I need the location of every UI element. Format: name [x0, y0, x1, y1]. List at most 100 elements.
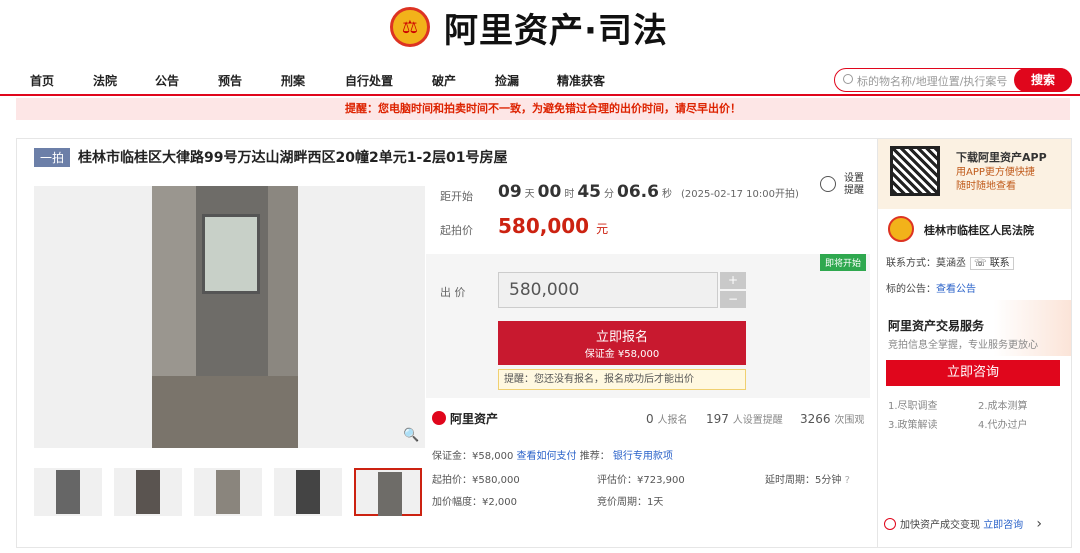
deposit-how-link[interactable]: 查看如何支付	[517, 451, 577, 462]
detail-increment: 加价幅度：¥2,000	[432, 497, 517, 508]
deposit: 保证金：¥58,000	[432, 451, 514, 462]
search-icon	[843, 74, 853, 84]
nav-item-preview[interactable]: 预告	[218, 72, 242, 89]
start-price-label: 起拍价	[440, 224, 473, 237]
nav-item-criminal[interactable]: 刑案	[281, 72, 305, 89]
reminder-count-value: 197	[706, 412, 729, 426]
bid-increase-button[interactable]: +	[720, 272, 746, 289]
service-title: 阿里资产交易服务	[888, 319, 985, 333]
thumbnail[interactable]	[34, 468, 102, 516]
detail-start-price: 起拍价：¥580,000	[432, 475, 520, 486]
time-warning-banner: 提醒：您电脑时间和拍卖时间不一致，为避免错过合理的出价时间，请尽早出价！	[16, 98, 1070, 120]
nav-item-bankruptcy[interactable]: 破产	[432, 72, 456, 89]
photo-window	[202, 214, 260, 294]
view-count-value: 3266	[800, 412, 831, 426]
footer-text: 加快资产成交变现	[900, 520, 980, 531]
signup-label: 立即报名	[595, 330, 648, 345]
contact-text: 联系方式：莫涵丞	[886, 258, 966, 269]
stats-bar: 阿里资产 0 人报名 197 人设置提醒 3266 次围观	[432, 406, 870, 432]
nav-item-precise[interactable]: 精准获客	[557, 72, 605, 89]
contact-row: 联系方式：莫涵丞 ☏ 联系	[886, 254, 1014, 270]
auction-info: 距开始 09 天 00 时 45 分 06.6 秒 (2025-02-17 10:00开…	[426, 170, 872, 250]
signup-count-label: 人报名	[657, 415, 688, 426]
court-name: 桂林市临桂区人民法院	[924, 224, 1034, 237]
bank-funds-link[interactable]: 银行专用款项	[613, 451, 673, 462]
recommend-label: 推荐：	[579, 451, 610, 462]
photo-floor	[152, 376, 298, 448]
nav-item-bargain[interactable]: 捡漏	[495, 72, 519, 89]
chevron-right-icon: ›	[1036, 516, 1042, 532]
reminder-count-label: 人设置提醒	[732, 415, 783, 426]
signup-count-value: 0	[646, 412, 654, 426]
signup-button[interactable]: 立即报名 保证金 ¥58,000	[498, 321, 746, 365]
countdown-hours: 00	[537, 182, 562, 202]
search-button[interactable]: 搜索	[1014, 68, 1072, 92]
countdown-label: 距开始	[440, 190, 473, 203]
start-time: (2025-02-17 10:00开拍)	[680, 189, 799, 200]
auction-round-tag: 一拍	[34, 147, 71, 167]
countdown-seconds: 06.6	[617, 182, 659, 202]
app-title: 下载阿里资产APP	[956, 151, 1047, 164]
search-input[interactable]: 标的物名称/地理位置/执行案号	[857, 73, 1007, 89]
brand-title: 阿里资产·司法	[444, 10, 668, 51]
countdown-minutes: 45	[577, 182, 602, 202]
thumbnail[interactable]	[274, 468, 342, 516]
consult-button[interactable]: 立即咨询	[886, 360, 1060, 386]
signup-tip: 提醒：您还没有报名，报名成功后才能出价	[498, 369, 746, 390]
service-desc: 竞拍信息全掌握，专业服务更放心	[888, 340, 1038, 351]
bid-input[interactable]: 580,000	[498, 272, 718, 308]
alarm-clock-icon[interactable]	[820, 176, 836, 192]
tip-icon	[884, 518, 896, 530]
start-price-value: 580,000	[498, 214, 590, 238]
service-item[interactable]: 3.政策解读	[888, 416, 938, 431]
currency-unit: 元	[596, 222, 609, 236]
court-info[interactable]: 桂林市临桂区人民法院	[878, 210, 1071, 250]
zoom-icon[interactable]: 🔍	[403, 428, 419, 443]
service-item[interactable]: 1.尽职调查	[888, 397, 938, 412]
view-count: 3266 次围观	[800, 411, 864, 426]
set-reminder-button[interactable]: 设置 提醒	[844, 173, 864, 197]
search-box: 标的物名称/地理位置/执行案号 搜索	[834, 68, 1072, 92]
nav-item-home[interactable]: 首页	[30, 72, 54, 89]
reminder-count: 197 人设置提醒	[706, 411, 783, 426]
court-emblem-icon: ⚖	[390, 7, 430, 47]
detail-appraisal: 评估价：¥723,900	[597, 475, 685, 486]
view-notice-link[interactable]: 查看公告	[936, 284, 976, 295]
notice-row: 标的公告：查看公告	[886, 280, 976, 295]
unit: 时	[564, 189, 575, 200]
countdown: 09 天 00 时 45 分 06.6 秒 (2025-02-17 10:00开拍)	[498, 182, 799, 202]
thumbnail-selected[interactable]	[354, 468, 422, 516]
main-photo[interactable]	[34, 186, 425, 448]
delay-text: 延时周期：5分钟	[765, 475, 842, 486]
nav-item-court[interactable]: 法院	[93, 72, 117, 89]
detail-delay: 延时周期：5分钟 ?	[765, 471, 850, 486]
service-item[interactable]: 2.成本测算	[978, 397, 1028, 412]
thumbnail[interactable]	[194, 468, 262, 516]
footer-consult-link[interactable]: 立即咨询	[983, 520, 1023, 531]
detail-cycle: 竞价周期：1天	[597, 497, 664, 508]
signup-deposit: 保证金 ¥58,000	[584, 349, 660, 360]
thumbnail[interactable]	[114, 468, 182, 516]
nav-item-notice[interactable]: 公告	[155, 72, 179, 89]
platform-logo: 阿里资产	[432, 410, 498, 427]
contact-button[interactable]: ☏ 联系	[970, 257, 1014, 270]
start-price: 580,000 元	[498, 214, 608, 238]
signup-count: 0 人报名	[646, 411, 687, 426]
court-emblem-icon	[888, 216, 914, 242]
help-icon[interactable]: ?	[845, 475, 850, 486]
countdown-days: 09	[498, 182, 522, 202]
qr-code-icon	[890, 146, 940, 196]
service-item[interactable]: 4.代办过户	[978, 416, 1028, 431]
view-count-label: 次围观	[834, 415, 865, 426]
unit: 天	[524, 189, 535, 200]
app-desc-line: 随时随地查看	[956, 181, 1016, 192]
status-badge: 即将开始	[820, 254, 867, 271]
app-desc-line: 用APP更方便快捷	[956, 167, 1035, 178]
bid-label: 出 价	[440, 286, 466, 299]
unit: 分	[604, 189, 615, 200]
bid-decrease-button[interactable]: −	[720, 291, 746, 308]
item-title: 桂林市临桂区大律路99号万达山湖畔西区20幢2单元1-2层01号房屋	[78, 150, 508, 166]
site-logo[interactable]: ⚖ 阿里资产·司法	[390, 4, 668, 51]
nav-item-self-disposal[interactable]: 自行处置	[345, 72, 393, 89]
sidebar-footer[interactable]: 加快资产成交变现 立即咨询 ›	[884, 516, 1042, 532]
